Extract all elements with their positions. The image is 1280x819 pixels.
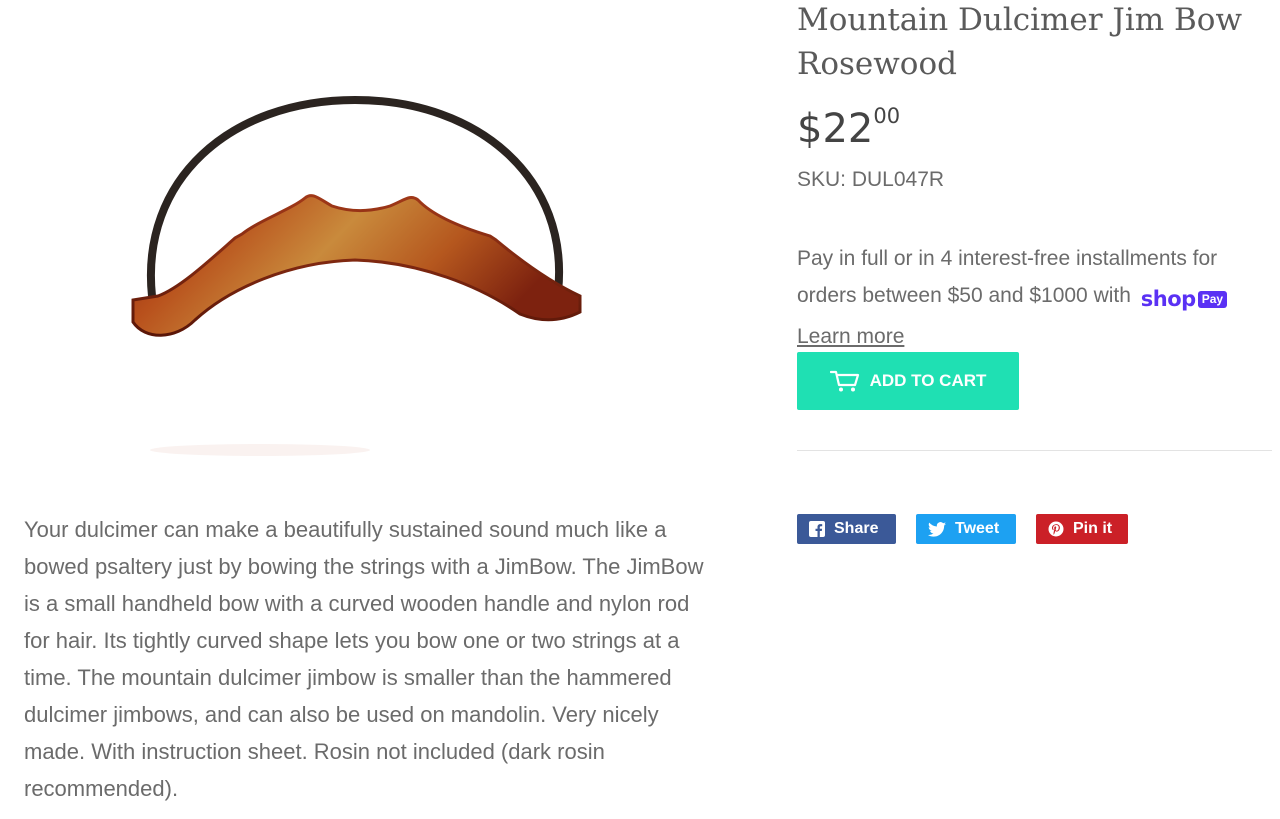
pinterest-pin-button[interactable]: Pin it xyxy=(1036,514,1128,544)
social-share-buttons: Share Tweet Pin it xyxy=(797,514,1128,544)
price-dollars: $22 xyxy=(797,106,874,152)
share-label-twitter: Tweet xyxy=(955,520,1000,537)
cart-icon xyxy=(829,369,860,393)
pinterest-icon xyxy=(1048,521,1064,537)
product-description: Your dulcimer can make a beautifully sus… xyxy=(24,517,704,801)
shop-pay-logo: shop Pay xyxy=(1140,281,1228,318)
shop-pay-word: shop xyxy=(1140,287,1196,311)
section-divider xyxy=(797,450,1272,451)
product-sku: SKU: DUL047R xyxy=(797,168,945,191)
facebook-icon xyxy=(809,521,825,537)
product-title: Mountain Dulcimer Jim Bow Rosewood xyxy=(797,2,1243,82)
twitter-icon xyxy=(928,521,946,537)
share-label-facebook: Share xyxy=(834,520,879,537)
learn-more-link[interactable]: Learn more xyxy=(797,325,904,348)
add-to-cart-label: ADD TO CART xyxy=(869,371,987,390)
product-image xyxy=(131,95,582,456)
facebook-share-button[interactable]: Share xyxy=(797,514,896,544)
share-label-pinterest: Pin it xyxy=(1073,520,1113,537)
installments-message: Pay in full or in 4 interest-free instal… xyxy=(797,240,1267,355)
product-price: $2200 xyxy=(797,104,900,152)
add-to-cart-button[interactable]: ADD TO CART xyxy=(797,352,1019,410)
price-cents: 00 xyxy=(873,104,901,128)
shop-pay-pill: Pay xyxy=(1197,291,1228,308)
twitter-tweet-button[interactable]: Tweet xyxy=(916,514,1016,544)
